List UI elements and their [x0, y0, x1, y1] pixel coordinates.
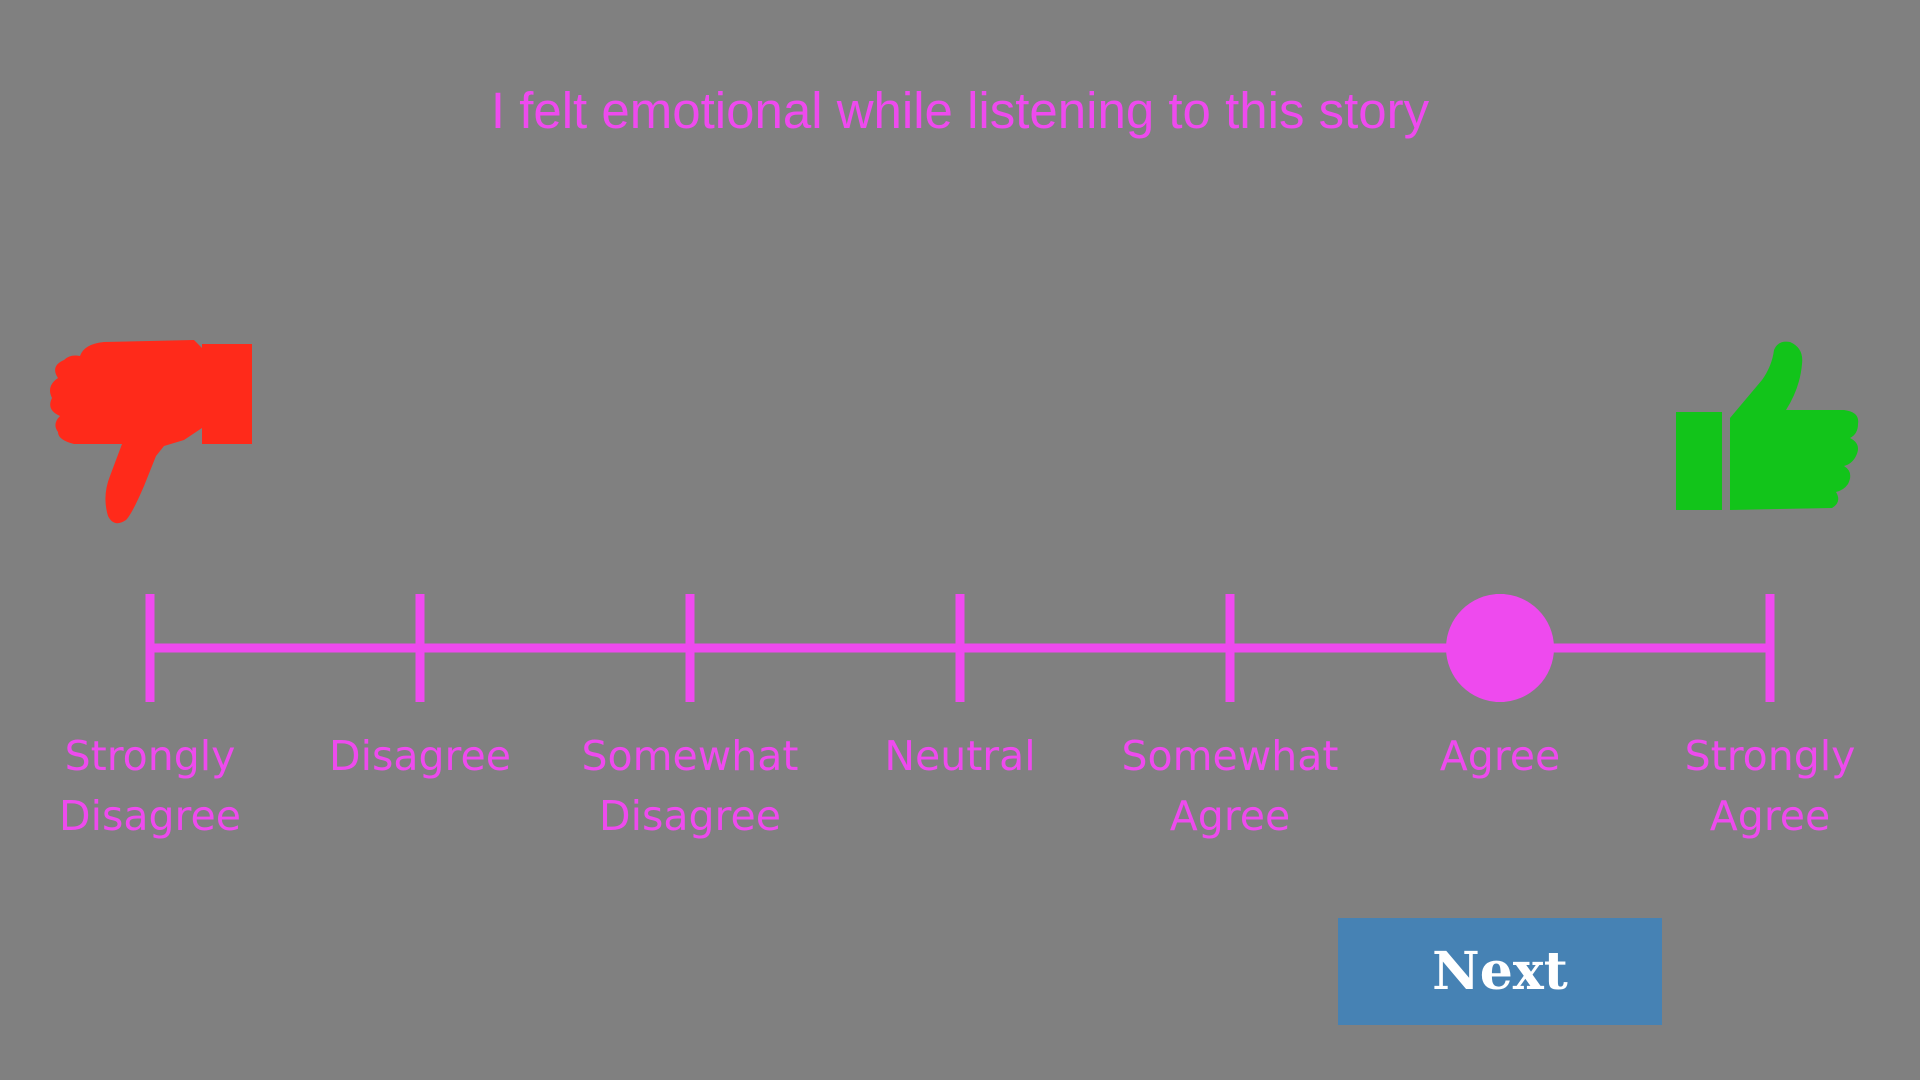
scale-option-label-line1: Strongly	[1684, 732, 1856, 780]
scale-option-label[interactable]: Disagree	[290, 726, 550, 786]
scale-option-label-line1: Agree	[1439, 732, 1561, 780]
scale-option-label-line2: Disagree	[599, 792, 781, 840]
scale-option-label[interactable]: Neutral	[830, 726, 1090, 786]
scale-option-label-line2: Disagree	[59, 792, 241, 840]
survey-screen: I felt emotional while listening to this…	[0, 0, 1920, 1080]
scale-option-label[interactable]: Somewhat Disagree	[560, 726, 820, 846]
scale-option-label-line1: Somewhat	[1121, 732, 1339, 780]
scale-option-label[interactable]: Strongly Disagree	[20, 726, 280, 846]
selection-marker[interactable]	[1446, 594, 1554, 702]
scale-option-label-line1: Neutral	[884, 732, 1036, 780]
scale-option-label[interactable]: Agree	[1370, 726, 1630, 786]
scale-option-label-line2: Agree	[1709, 792, 1831, 840]
scale-option-label-line1: Somewhat	[581, 732, 799, 780]
next-button[interactable]: Next	[1338, 918, 1662, 1025]
scale-option-label[interactable]: Somewhat Agree	[1100, 726, 1360, 846]
scale-option-label-line1: Disagree	[329, 732, 511, 780]
scale-option-label[interactable]: Strongly Agree	[1640, 726, 1900, 846]
scale-option-label-line2: Agree	[1169, 792, 1291, 840]
scale-option-label-line1: Strongly	[64, 732, 236, 780]
